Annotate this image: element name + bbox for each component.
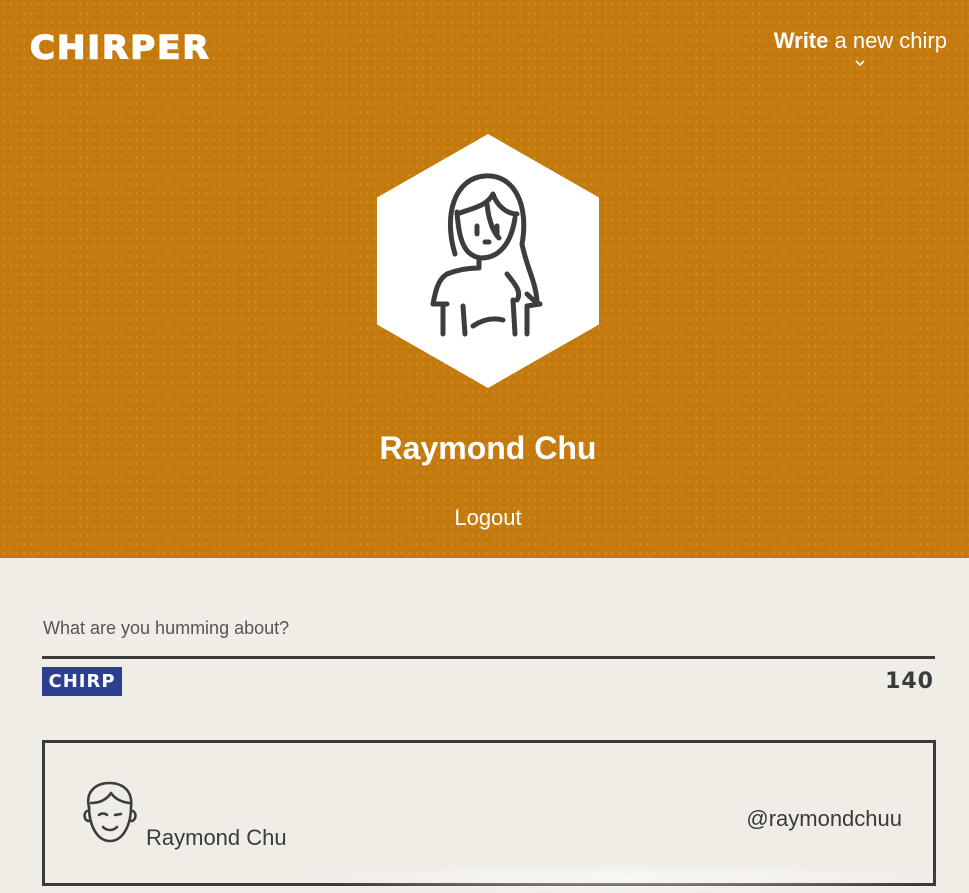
profile-header: CHIRPER Write a new chirp Raymond Chu Lo… <box>0 0 969 558</box>
chirp-card: Raymond Chu @raymondchuu <box>42 740 955 893</box>
char-counter: 140 <box>885 669 934 694</box>
write-link-rest: a new chirp <box>828 28 947 53</box>
chevron-down-icon <box>855 60 865 67</box>
profile-name: Raymond Chu <box>379 430 597 466</box>
app-logo[interactable]: CHIRPER <box>29 30 211 66</box>
profile-avatar <box>377 134 599 388</box>
write-new-chirp-link[interactable]: Write a new chirp <box>774 28 947 69</box>
write-link-strong: Write <box>773 28 829 53</box>
boy-avatar-icon <box>83 781 137 843</box>
chirp-author-handle[interactable]: @raymondchuu <box>746 805 902 833</box>
chirp-submit-button[interactable]: CHIRP <box>42 667 122 696</box>
card-overlay <box>295 863 955 893</box>
chirp-author-name[interactable]: Raymond Chu <box>146 824 287 852</box>
logout-link[interactable]: Logout <box>0 504 969 532</box>
chirp-compose-input[interactable] <box>42 600 935 659</box>
